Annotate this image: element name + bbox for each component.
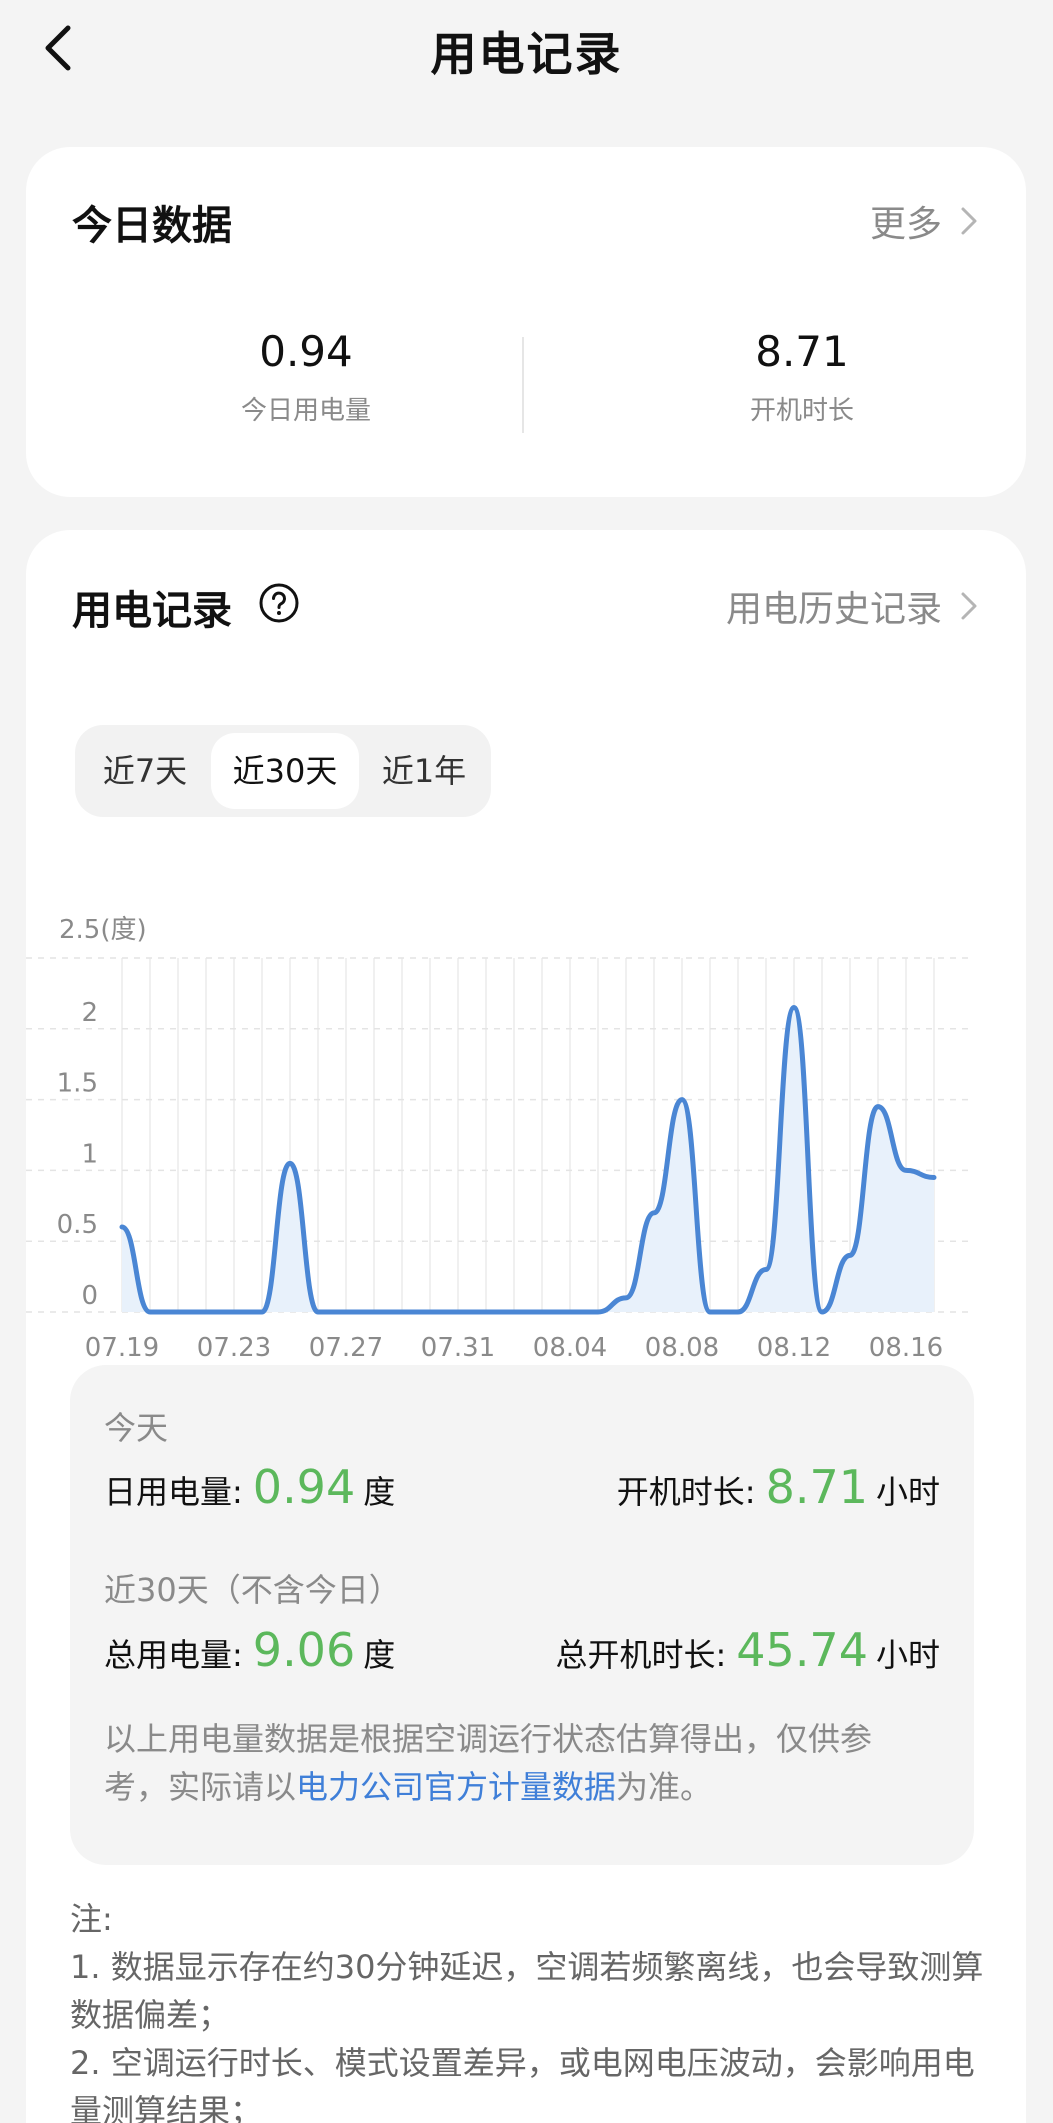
usage-chart-svg: 0 0.5 1 1.5 2 2.5(度) 07.19 07.23 07.27 07.31 08.04… [26,915,974,1363]
summary-box: 今天 日用电量: 0.94 度 开机时长: 8.71 小时 近30天（不含今日）… [70,1365,974,1865]
chart-ytick-label: 2 [81,998,98,1028]
chart-ytick-label: 0 [81,1281,98,1311]
daily-usage-value: 0.94 [252,1460,356,1514]
estimate-note: 以上用电量数据是根据空调运行状态估算得出，仅供参考，实际请以电力公司官方计量数据… [104,1715,934,1811]
today-usage-stat: 0.94 今日用电量 [156,327,456,427]
page-title: 用电记录 [430,27,623,81]
chart-xtick-label: 07.19 [85,1333,159,1363]
today-usage-label: 今日用电量 [240,396,371,426]
note-suffix: 为准。 [616,1768,713,1806]
total-runtime-value: 45.74 [736,1623,868,1677]
chart-ytick-label: 1 [81,1139,98,1169]
today-usage-value: 0.94 [259,327,353,376]
history-link[interactable]: 用电历史记录 [726,580,978,632]
chart-ytick-label: 0.5 [57,1210,98,1240]
daily-usage-row: 日用电量: 0.94 度 [104,1460,395,1514]
footnotes: 注: 1. 数据显示存在约30分钟延迟，空调若频繁离线，也会导致测算数据偏差； … [70,1895,1000,2123]
chart-xtick-label: 08.08 [645,1333,719,1363]
top-bar: 用电记录 [0,0,1053,100]
total-usage-value: 9.06 [252,1623,356,1677]
runtime-unit: 小时 [875,1473,940,1511]
total-runtime-unit: 小时 [875,1636,940,1674]
footnotes-title: 注: [70,1900,113,1938]
chart-xtick-label: 08.12 [757,1333,831,1363]
range-segmented-control: 近7天 近30天 近1年 [75,725,491,817]
total-usage-row: 总用电量: 9.06 度 [104,1623,395,1677]
card-title: 今日数据 [72,203,232,249]
daily-usage-unit: 度 [363,1473,396,1511]
tab-30-days[interactable]: 近30天 [211,733,359,809]
chart-xtick-label: 08.16 [869,1333,943,1363]
footnote-item: 1. 数据显示存在约30分钟延迟，空调若频繁离线，也会导致测算数据偏差； [70,1948,984,2034]
chart-xtick-label: 08.04 [533,1333,607,1363]
more-link[interactable]: 更多 [870,195,978,247]
today-section-label: 今天 [104,1409,169,1447]
usage-record-card: 用电记录 用电历史记录 近7天 近30天 近1年 0 0.5 1 1.5 2 2.5(度)… [26,530,1026,2123]
runtime-value: 8.71 [755,327,849,376]
stat-divider [522,337,524,433]
history-label: 用电历史记录 [725,589,942,630]
chart-ylabel: 2.5(度) [59,915,147,945]
usage-chart: 0 0.5 1 1.5 2 2.5(度) 07.19 07.23 07.27 07.31 08.04… [26,860,1026,1380]
total-usage-label: 总用电量: [104,1636,243,1674]
runtime-row: 开机时长: 8.71 小时 [617,1460,940,1514]
period-section-label: 近30天（不含今日） [104,1571,401,1609]
tab-1-year[interactable]: 近1年 [363,733,485,809]
official-data-link[interactable]: 电力公司官方计量数据 [296,1768,616,1806]
runtime-stat: 8.71 开机时长 [652,327,952,427]
chart-xtick-label: 07.23 [197,1333,271,1363]
more-label: 更多 [869,204,942,245]
runtime-label: 开机时长: [616,1473,756,1511]
daily-usage-label: 日用电量: [104,1473,243,1511]
chart-series-line [119,1005,937,1315]
chart-xtick-label: 07.27 [309,1333,383,1363]
today-data-card: 今日数据 更多 0.94 今日用电量 8.71 开机时长 [26,147,1026,497]
chart-ytick-label: 1.5 [57,1069,98,1099]
total-runtime-row: 总开机时长: 45.74 小时 [555,1623,940,1677]
total-usage-unit: 度 [363,1636,396,1674]
chevron-right-icon [961,207,977,235]
help-icon[interactable] [258,582,300,624]
chevron-right-icon [961,592,977,620]
runtime-label: 开机时长 [749,396,854,426]
runtime-value: 8.71 [765,1460,868,1514]
footnote-item: 2. 空调运行时长、模式设置差异，或电网电压波动，会影响用电量测算结果； [70,2044,975,2123]
tab-7-days[interactable]: 近7天 [83,733,207,809]
card-title: 用电记录 [72,588,232,634]
total-runtime-label: 总开机时长: [555,1636,727,1674]
question-circle-icon [259,583,299,623]
chart-xtick-label: 07.31 [421,1333,495,1363]
